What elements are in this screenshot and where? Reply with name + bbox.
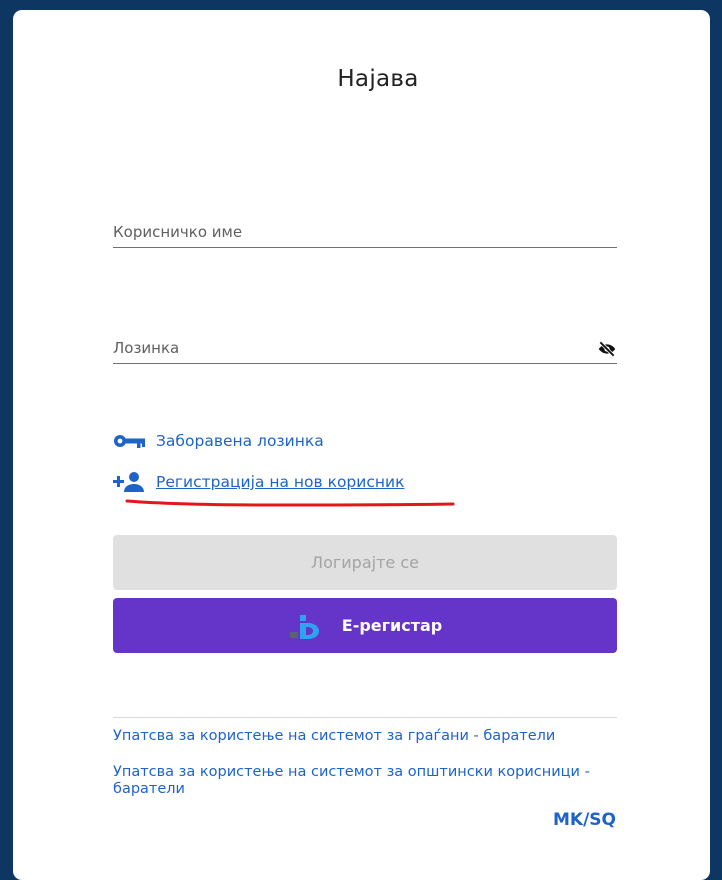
guide-municipal-link[interactable]: Упатсва за користење на системот за општ… xyxy=(113,764,617,798)
language-switcher: MK/SQ xyxy=(553,810,616,830)
eregister-label: Е-регистар xyxy=(341,616,443,635)
divider xyxy=(113,717,617,718)
page-title: Најава xyxy=(337,66,419,92)
password-field xyxy=(113,333,617,364)
language-sq[interactable]: SQ xyxy=(589,810,616,830)
login-button[interactable]: Логирајте се xyxy=(113,535,617,590)
eregister-logo-icon xyxy=(288,612,332,640)
username-input[interactable] xyxy=(113,221,573,243)
eregister-button[interactable]: Е-регистар xyxy=(113,598,617,653)
forgot-password-label: Заборавена лозинка xyxy=(156,432,324,450)
add-user-icon xyxy=(113,472,147,492)
annotation-underline xyxy=(125,499,455,507)
eye-off-icon[interactable] xyxy=(597,339,617,359)
guide-citizens-link[interactable]: Упатсва за користење на системот за граѓ… xyxy=(113,728,617,745)
forgot-password-link[interactable]: Заборавена лозинка xyxy=(113,428,324,454)
register-new-user-label: Регистрација на нов корисник xyxy=(156,473,405,491)
login-card: Најава Заборавена лозинка xyxy=(13,10,710,880)
register-new-user-link[interactable]: Регистрација на нов корисник xyxy=(113,469,404,495)
username-field xyxy=(113,217,617,248)
key-icon xyxy=(113,431,147,451)
password-input[interactable] xyxy=(113,337,573,359)
language-mk[interactable]: MK xyxy=(553,810,583,830)
